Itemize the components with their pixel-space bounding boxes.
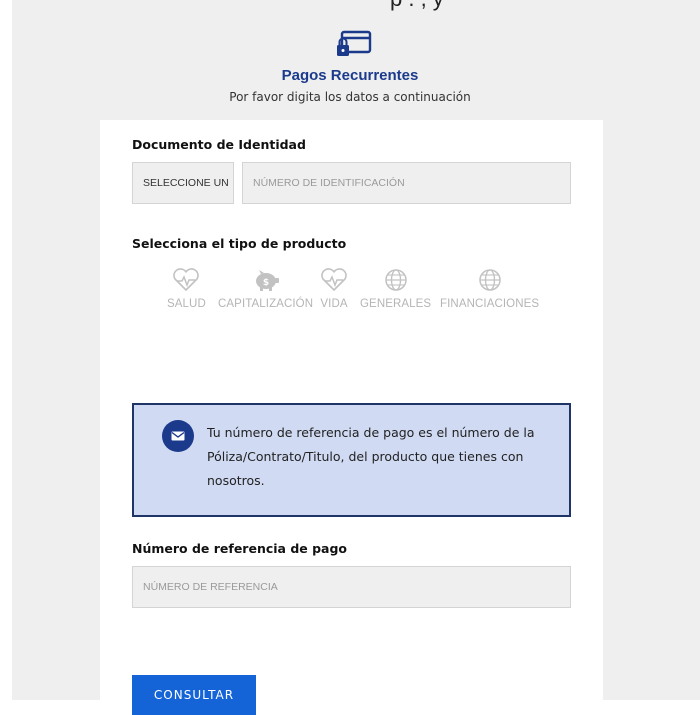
globe-icon (478, 269, 501, 291)
envelope-icon (162, 420, 194, 452)
product-label-vida: VIDA (320, 298, 348, 310)
reference-info-text: Tu número de referencia de pago es el nú… (207, 425, 535, 488)
reference-number-input[interactable]: NÚMERO DE REFERENCIA (132, 566, 571, 608)
piggy-bank-icon: $ (255, 270, 279, 291)
document-label: Documento de Identidad (132, 137, 306, 152)
reference-info-box: Tu número de referencia de pago es el nú… (132, 403, 571, 517)
cropped-top-text: p . , y (390, 0, 444, 12)
product-label-financiaciones: FINANCIACIONES (440, 298, 540, 310)
reference-label: Número de referencia de pago (132, 541, 348, 556)
svg-text:$: $ (262, 278, 268, 288)
document-number-input[interactable]: NÚMERO DE IDENTIFICACIÓN (242, 162, 571, 204)
product-label-capitalizacion: CAPITALIZACIÓN (218, 298, 314, 310)
product-option-capitalizacion[interactable]: $ CAPITALIZACIÓN (218, 268, 313, 310)
document-type-select[interactable]: SELECCIONE UN (132, 162, 234, 204)
globe-icon (384, 269, 407, 291)
product-option-vida[interactable]: VIDA (319, 268, 349, 310)
card-lock-icon (337, 30, 372, 56)
page-title: Pagos Recurrentes (281, 67, 419, 84)
product-label-salud: SALUD (167, 298, 206, 310)
heart-pulse-icon (173, 268, 200, 291)
product-option-salud[interactable]: SALUD (167, 268, 206, 310)
heart-pulse-icon (321, 268, 347, 291)
product-type-label: Selecciona el tipo de producto (132, 236, 347, 251)
product-option-generales[interactable]: GENERALES (360, 268, 431, 310)
product-label-generales: GENERALES (360, 298, 432, 310)
consultar-button[interactable]: CONSULTAR (132, 675, 256, 715)
page-subtitle: Por favor digita los datos a continuació… (229, 90, 471, 104)
product-option-financiaciones[interactable]: FINANCIACIONES (440, 268, 539, 310)
payment-form-card: Documento de Identidad SELECCIONE UN NÚM… (100, 120, 603, 715)
